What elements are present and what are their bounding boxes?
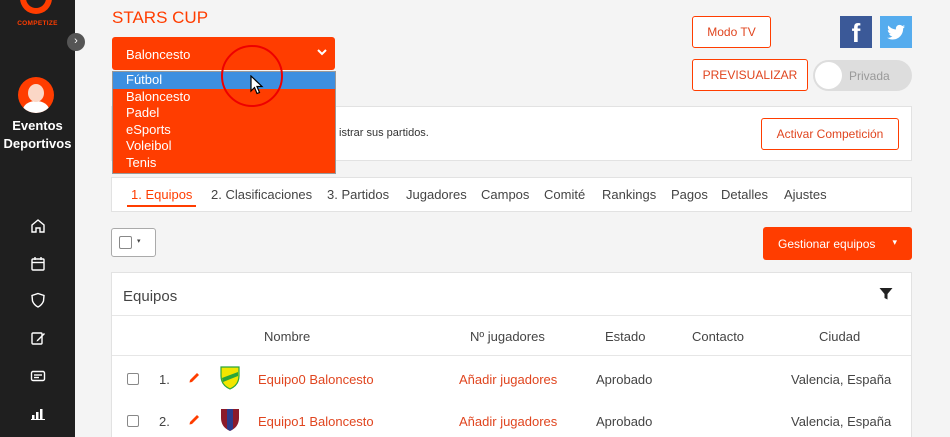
sidebar-title-line2: Deportivos: [3, 136, 72, 151]
tab-campos[interactable]: Campos: [481, 187, 529, 202]
bulk-select-dropdown[interactable]: ▾: [111, 228, 156, 257]
tab-jugadores[interactable]: Jugadores: [406, 187, 467, 202]
row-checkbox[interactable]: [127, 373, 139, 385]
active-tab-indicator: [127, 205, 196, 207]
pencil-icon[interactable]: [188, 413, 201, 429]
sport-option[interactable]: Tenis: [113, 155, 335, 172]
column-header-jugadores[interactable]: Nº jugadores: [470, 329, 545, 344]
column-header-nombre[interactable]: Nombre: [264, 329, 310, 344]
team-shield-icon: [220, 408, 240, 432]
add-players-link[interactable]: Añadir jugadores: [459, 372, 557, 387]
activar-competicion-button[interactable]: Activar Competición: [761, 118, 899, 150]
privada-toggle[interactable]: Privada: [813, 60, 912, 91]
sidebar-title: Eventos Deportivos: [0, 117, 75, 153]
page-title: STARS CUP: [112, 8, 209, 27]
edit-icon[interactable]: [30, 330, 46, 346]
team-city: Valencia, España: [791, 372, 892, 387]
tab-partidos[interactable]: 3. Partidos: [327, 187, 389, 202]
divider: [112, 315, 911, 316]
competize-logo[interactable]: [12, 0, 60, 14]
calendar-icon[interactable]: [30, 256, 46, 272]
tab-rankings[interactable]: Rankings: [602, 187, 656, 202]
gestionar-equipos-label: Gestionar equipos: [778, 237, 876, 251]
tab-clasificaciones[interactable]: 2. Clasificaciones: [211, 187, 312, 202]
panel-title: Equipos: [123, 288, 178, 305]
add-players-link[interactable]: Añadir jugadores: [459, 414, 557, 429]
divider: [112, 355, 911, 356]
pencil-icon[interactable]: [188, 371, 201, 387]
id-card-icon[interactable]: [30, 368, 46, 384]
avatar[interactable]: [18, 77, 54, 113]
sport-option[interactable]: Padel: [113, 105, 335, 122]
select-all-checkbox[interactable]: [119, 236, 132, 249]
tab-ajustes[interactable]: Ajustes: [784, 187, 827, 202]
team-status: Aprobado: [596, 414, 653, 429]
teams-panel: Equipos Nombre Nº jugadores Estado Conta…: [111, 272, 912, 437]
tab-equipos[interactable]: 1. Equipos: [131, 187, 192, 202]
tab-pagos[interactable]: Pagos: [671, 187, 708, 202]
logo-text: COMPETIZE: [17, 20, 58, 27]
team-name-link[interactable]: Equipo1 Baloncesto: [258, 414, 374, 429]
team-status: Aprobado: [596, 372, 653, 387]
team-shield-icon: [220, 366, 240, 390]
notice-text: istrar sus partidos.: [339, 127, 429, 139]
home-icon[interactable]: [30, 218, 46, 234]
facebook-icon[interactable]: f: [840, 16, 872, 48]
sport-option[interactable]: Voleibol: [113, 138, 335, 155]
competition-tabs: 1. Equipos 2. Clasificaciones 3. Partido…: [111, 177, 912, 212]
privada-label: Privada: [849, 69, 890, 83]
team-name-link[interactable]: Equipo0 Baloncesto: [258, 372, 374, 387]
bar-chart-icon[interactable]: [30, 405, 46, 421]
sport-select-value: Baloncesto: [126, 47, 191, 62]
sport-option[interactable]: eSports: [113, 122, 335, 139]
shield-icon[interactable]: [30, 292, 46, 308]
column-header-estado[interactable]: Estado: [605, 329, 645, 344]
twitter-icon[interactable]: t: [880, 16, 912, 48]
caret-down-icon: ▾: [892, 237, 897, 247]
chevron-down-icon: [317, 48, 327, 59]
tab-comite[interactable]: Comité: [544, 187, 585, 202]
team-city: Valencia, España: [791, 414, 892, 429]
column-header-ciudad[interactable]: Ciudad: [819, 329, 860, 344]
gestionar-equipos-button[interactable]: Gestionar equipos ▾: [763, 227, 912, 260]
row-number: 1.: [159, 372, 170, 387]
sidebar: COMPETIZE Eventos Deportivos: [0, 0, 75, 437]
filter-icon[interactable]: [879, 287, 893, 306]
sidebar-collapse-button[interactable]: ›: [67, 33, 85, 51]
table-row: 1. Equipo0 Baloncesto Añadir jugadores A…: [112, 357, 911, 399]
tab-detalles[interactable]: Detalles: [721, 187, 768, 202]
previsualizar-button[interactable]: PREVISUALIZAR: [692, 59, 808, 91]
mouse-cursor-icon: [250, 74, 264, 100]
row-checkbox[interactable]: [127, 415, 139, 427]
column-header-contacto[interactable]: Contacto: [692, 329, 744, 344]
modo-tv-button[interactable]: Modo TV: [692, 16, 771, 48]
row-number: 2.: [159, 414, 170, 429]
facebook-glyph: f: [851, 18, 861, 48]
sidebar-title-line1: Eventos: [12, 118, 63, 133]
toggle-knob: [815, 62, 842, 89]
caret-down-icon: ▾: [137, 238, 141, 245]
table-row: 2. Equipo1 Baloncesto Añadir jugadores A…: [112, 399, 911, 437]
